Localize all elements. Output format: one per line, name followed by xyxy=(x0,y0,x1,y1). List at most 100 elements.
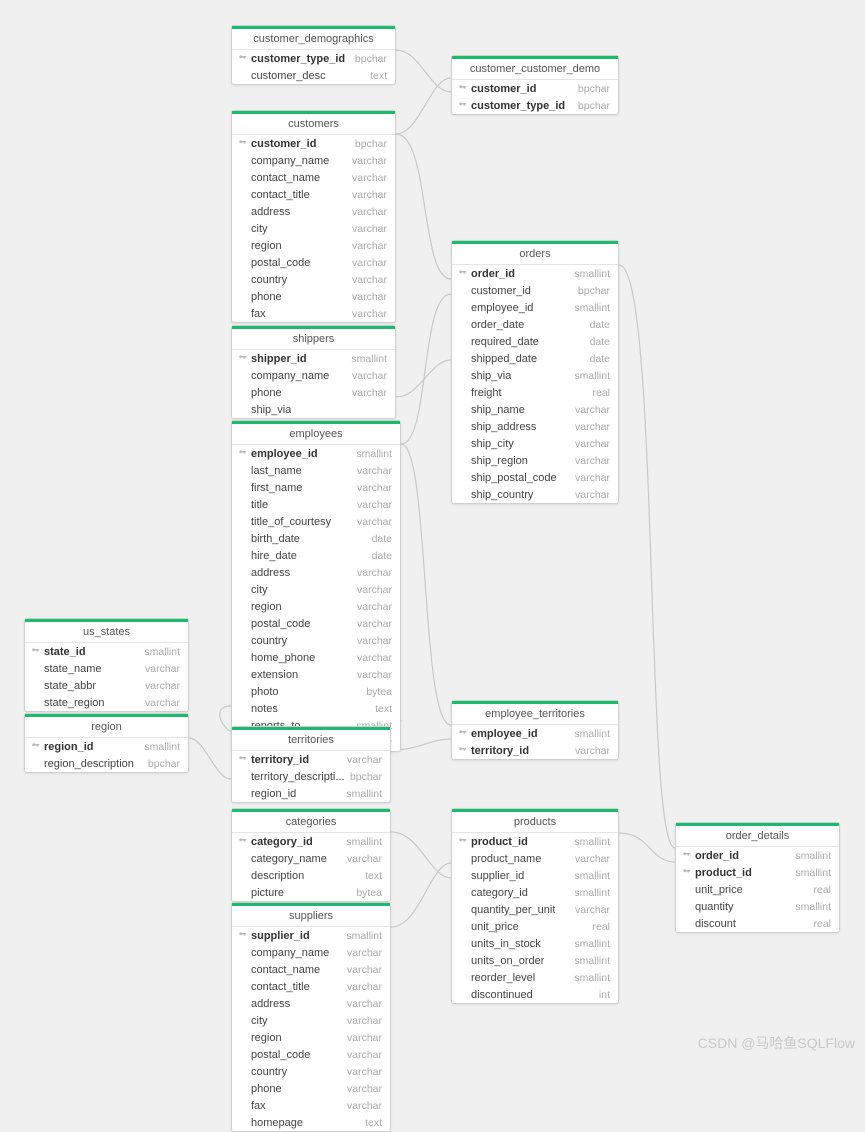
column-row[interactable]: descriptiontext xyxy=(232,867,390,884)
column-row[interactable]: state_regionvarchar xyxy=(25,694,188,711)
column-row[interactable]: unit_pricereal xyxy=(452,918,618,935)
column-row[interactable]: reorder_levelsmallint xyxy=(452,969,618,986)
table-order_details[interactable]: order_detailsorder_idsmallintproduct_ids… xyxy=(675,822,840,933)
column-row[interactable]: order_idsmallint xyxy=(676,847,839,864)
column-row[interactable]: postal_codevarchar xyxy=(232,615,400,632)
column-row[interactable]: state_idsmallint xyxy=(25,643,188,660)
column-row[interactable]: first_namevarchar xyxy=(232,479,400,496)
column-row[interactable]: phonevarchar xyxy=(232,288,395,305)
column-row[interactable]: addressvarchar xyxy=(232,564,400,581)
column-row[interactable]: freightreal xyxy=(452,384,618,401)
column-row[interactable]: customer_type_idbpchar xyxy=(232,50,395,67)
column-row[interactable]: cityvarchar xyxy=(232,1012,390,1029)
column-row[interactable]: ship_cityvarchar xyxy=(452,435,618,452)
column-row[interactable]: supplier_idsmallint xyxy=(452,867,618,884)
column-row[interactable]: postal_codevarchar xyxy=(232,1046,390,1063)
column-row[interactable]: region_descriptionbpchar xyxy=(25,755,188,772)
column-row[interactable]: hire_datedate xyxy=(232,547,400,564)
column-row[interactable]: discontinuedint xyxy=(452,986,618,1003)
column-row[interactable]: region_idsmallint xyxy=(232,785,390,802)
column-row[interactable]: phonevarchar xyxy=(232,1080,390,1097)
table-customer_demographics[interactable]: customer_demographicscustomer_type_idbpc… xyxy=(231,25,396,85)
column-row[interactable]: units_in_stocksmallint xyxy=(452,935,618,952)
column-row[interactable]: ship_namevarchar xyxy=(452,401,618,418)
column-row[interactable]: titlevarchar xyxy=(232,496,400,513)
column-row[interactable]: territory_idvarchar xyxy=(452,742,618,759)
column-row[interactable]: territory_descripti...bpchar xyxy=(232,768,390,785)
table-orders[interactable]: ordersorder_idsmallintcustomer_idbpchare… xyxy=(451,240,619,504)
column-row[interactable]: title_of_courtesyvarchar xyxy=(232,513,400,530)
column-row[interactable]: shipped_datedate xyxy=(452,350,618,367)
column-row[interactable]: contact_namevarchar xyxy=(232,961,390,978)
column-row[interactable]: ship_addressvarchar xyxy=(452,418,618,435)
column-row[interactable]: product_idsmallint xyxy=(676,864,839,881)
column-row[interactable]: extensionvarchar xyxy=(232,666,400,683)
column-row[interactable]: category_idsmallint xyxy=(232,833,390,850)
column-row[interactable]: faxvarchar xyxy=(232,305,395,322)
column-row[interactable]: countryvarchar xyxy=(232,271,395,288)
table-territories[interactable]: territoriesterritory_idvarcharterritory_… xyxy=(231,726,391,803)
column-row[interactable]: contact_titlevarchar xyxy=(232,978,390,995)
table-suppliers[interactable]: supplierssupplier_idsmallintcompany_name… xyxy=(231,902,391,1132)
column-row[interactable]: quantitysmallint xyxy=(676,898,839,915)
column-row[interactable]: addressvarchar xyxy=(232,203,395,220)
column-row[interactable]: postal_codevarchar xyxy=(232,254,395,271)
column-row[interactable]: order_idsmallint xyxy=(452,265,618,282)
column-row[interactable]: customer_idbpchar xyxy=(452,282,618,299)
column-row[interactable]: cityvarchar xyxy=(232,220,395,237)
column-row[interactable]: supplier_idsmallint xyxy=(232,927,390,944)
column-row[interactable]: regionvarchar xyxy=(232,237,395,254)
column-row[interactable]: territory_idvarchar xyxy=(232,751,390,768)
column-row[interactable]: customer_type_idbpchar xyxy=(452,97,618,114)
column-row[interactable]: ship_via xyxy=(232,401,395,418)
column-row[interactable]: unit_pricereal xyxy=(676,881,839,898)
column-row[interactable]: regionvarchar xyxy=(232,598,400,615)
table-categories[interactable]: categoriescategory_idsmallintcategory_na… xyxy=(231,808,391,902)
column-row[interactable]: company_namevarchar xyxy=(232,152,395,169)
column-row[interactable]: faxvarchar xyxy=(232,1097,390,1114)
column-row[interactable]: picturebytea xyxy=(232,884,390,901)
column-row[interactable]: quantity_per_unitvarchar xyxy=(452,901,618,918)
column-row[interactable]: employee_idsmallint xyxy=(452,299,618,316)
table-region[interactable]: regionregion_idsmallintregion_descriptio… xyxy=(24,713,189,773)
column-row[interactable]: countryvarchar xyxy=(232,1063,390,1080)
column-row[interactable]: customer_idbpchar xyxy=(232,135,395,152)
column-row[interactable]: contact_namevarchar xyxy=(232,169,395,186)
column-row[interactable]: birth_datedate xyxy=(232,530,400,547)
column-row[interactable]: region_idsmallint xyxy=(25,738,188,755)
column-row[interactable]: addressvarchar xyxy=(232,995,390,1012)
column-row[interactable]: employee_idsmallint xyxy=(452,725,618,742)
column-row[interactable]: last_namevarchar xyxy=(232,462,400,479)
column-row[interactable]: shipper_idsmallint xyxy=(232,350,395,367)
column-row[interactable]: customer_desctext xyxy=(232,67,395,84)
column-row[interactable]: category_idsmallint xyxy=(452,884,618,901)
column-row[interactable]: notestext xyxy=(232,700,400,717)
column-row[interactable]: photobytea xyxy=(232,683,400,700)
column-row[interactable]: regionvarchar xyxy=(232,1029,390,1046)
column-row[interactable]: product_idsmallint xyxy=(452,833,618,850)
table-employees[interactable]: employeesemployee_idsmallintlast_namevar… xyxy=(231,420,401,752)
column-row[interactable]: contact_titlevarchar xyxy=(232,186,395,203)
column-row[interactable]: customer_idbpchar xyxy=(452,80,618,97)
table-us_states[interactable]: us_statesstate_idsmallintstate_namevarch… xyxy=(24,618,189,712)
column-row[interactable]: category_namevarchar xyxy=(232,850,390,867)
column-row[interactable]: discountreal xyxy=(676,915,839,932)
column-row[interactable]: ship_viasmallint xyxy=(452,367,618,384)
column-row[interactable]: phonevarchar xyxy=(232,384,395,401)
column-row[interactable]: employee_idsmallint xyxy=(232,445,400,462)
column-row[interactable]: product_namevarchar xyxy=(452,850,618,867)
column-row[interactable]: ship_regionvarchar xyxy=(452,452,618,469)
column-row[interactable]: units_on_ordersmallint xyxy=(452,952,618,969)
table-shippers[interactable]: shippersshipper_idsmallintcompany_nameva… xyxy=(231,325,396,419)
column-row[interactable]: company_namevarchar xyxy=(232,367,395,384)
column-row[interactable]: ship_countryvarchar xyxy=(452,486,618,503)
column-row[interactable]: cityvarchar xyxy=(232,581,400,598)
table-customer_customer_demo[interactable]: customer_customer_democustomer_idbpcharc… xyxy=(451,55,619,115)
table-products[interactable]: productsproduct_idsmallintproduct_nameva… xyxy=(451,808,619,1004)
column-row[interactable]: home_phonevarchar xyxy=(232,649,400,666)
column-row[interactable]: state_abbrvarchar xyxy=(25,677,188,694)
column-row[interactable]: order_datedate xyxy=(452,316,618,333)
column-row[interactable]: state_namevarchar xyxy=(25,660,188,677)
table-customers[interactable]: customerscustomer_idbpcharcompany_nameva… xyxy=(231,110,396,323)
column-row[interactable]: homepagetext xyxy=(232,1114,390,1131)
